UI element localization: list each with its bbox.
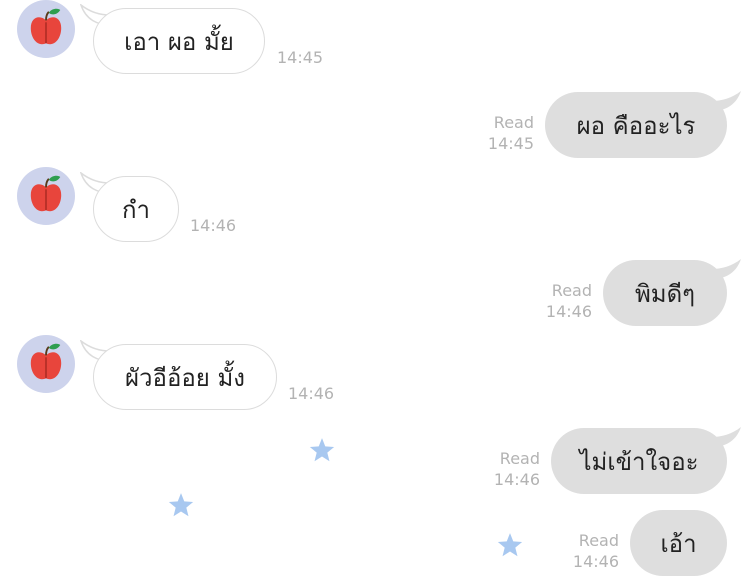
message-meta: Read 14:46 <box>480 448 540 490</box>
message-meta: Read 14:45 <box>474 112 534 154</box>
bubble-tail-outgoing <box>712 258 742 280</box>
message-meta: Read 14:46 <box>532 280 592 322</box>
message-meta: Read 14:46 <box>559 530 619 572</box>
contact-avatar[interactable] <box>17 335 75 393</box>
message-bubble-incoming[interactable]: ผัวอีอ้อย มั้ง <box>93 344 277 410</box>
message-text: ผอ คืออะไร <box>576 111 696 140</box>
message-time: 14:46 <box>545 302 592 321</box>
message-bubble-outgoing[interactable]: ผอ คืออะไร <box>545 92 727 158</box>
message-text: ผัวอีอ้อย มั้ง <box>124 363 245 392</box>
apple-icon <box>27 342 65 384</box>
message-bubble-outgoing[interactable]: ไม่เข้าใจอะ <box>551 428 727 494</box>
message-text: ไม่เข้าใจอะ <box>579 447 699 476</box>
star-icon <box>309 437 335 463</box>
chat-window: เอา ผอ มั้ย 14:45 Read 14:45 ผอ คืออะไร … <box>0 0 750 586</box>
message-bubble-incoming[interactable]: กำ <box>93 176 179 242</box>
contact-avatar[interactable] <box>17 167 75 225</box>
message-bubble-outgoing[interactable]: เอ้า <box>630 510 727 576</box>
apple-icon <box>27 7 65 49</box>
read-receipt: Read <box>578 531 619 550</box>
star-icon <box>168 492 194 518</box>
message-bubble-outgoing[interactable]: พิมดีๆ <box>603 260 727 326</box>
contact-avatar[interactable] <box>17 0 75 58</box>
bubble-tail-outgoing <box>712 426 742 448</box>
message-text: เอ้า <box>660 529 697 558</box>
message-time: 14:46 <box>572 552 619 571</box>
apple-icon <box>27 174 65 216</box>
message-time: 14:45 <box>487 134 534 153</box>
bubble-tail-outgoing <box>712 90 742 112</box>
message-time: 14:46 <box>493 470 540 489</box>
read-receipt: Read <box>499 449 540 468</box>
read-receipt: Read <box>551 281 592 300</box>
message-bubble-incoming[interactable]: เอา ผอ มั้ย <box>93 8 265 74</box>
message-time: 14:45 <box>277 48 324 67</box>
message-text: กำ <box>121 195 150 224</box>
read-receipt: Read <box>493 113 534 132</box>
message-text: เอา ผอ มั้ย <box>124 27 234 56</box>
message-time: 14:46 <box>288 384 335 403</box>
message-text: พิมดีๆ <box>634 279 696 308</box>
star-icon <box>497 532 523 558</box>
message-time: 14:46 <box>190 216 237 235</box>
